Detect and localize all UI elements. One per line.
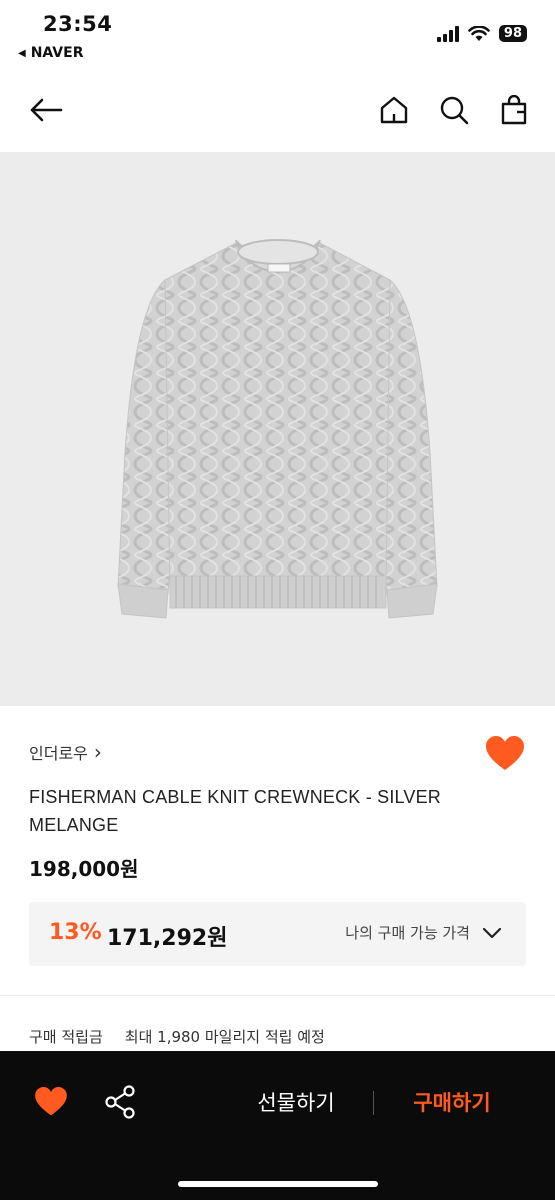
wifi-icon <box>468 25 490 41</box>
cart-button[interactable] <box>494 90 534 130</box>
home-button[interactable] <box>374 90 414 130</box>
shopping-bag-icon <box>501 95 527 125</box>
product-image[interactable] <box>0 152 555 706</box>
search-icon <box>440 96 469 125</box>
back-triangle-icon: ◀ <box>18 47 26 59</box>
back-arrow-icon <box>30 98 63 122</box>
cellular-signal-icon <box>436 25 459 42</box>
brand-link[interactable]: 인더로우 › <box>29 740 102 764</box>
status-time: 23:54 <box>43 12 113 36</box>
back-to-app-link[interactable]: ◀ NAVER <box>18 45 83 61</box>
buy-button[interactable]: 구매하기 <box>396 1087 508 1117</box>
bottom-like-button[interactable] <box>34 1087 70 1119</box>
chevron-down-icon <box>482 927 502 938</box>
like-button[interactable] <box>485 736 525 772</box>
points-info: 구매 적립금 최대 1,980 마일리지 적립 예정 <box>29 1026 325 1047</box>
gift-button[interactable]: 선물하기 <box>240 1087 352 1117</box>
sweater-image <box>117 239 438 619</box>
share-button[interactable] <box>104 1084 136 1120</box>
chevron-right-icon: › <box>93 740 102 764</box>
my-price-box[interactable]: 13% 171,292원 나의 구매 가능 가격 <box>29 902 526 966</box>
battery-indicator: 98 <box>498 25 527 42</box>
search-button[interactable] <box>434 90 474 130</box>
brand-name: 인더로우 <box>29 744 88 763</box>
home-indicator <box>178 1181 378 1187</box>
status-bar: 23:54 ◀ NAVER 98 <box>0 0 555 70</box>
my-price-toggle[interactable]: 나의 구매 가능 가격 <box>345 922 502 943</box>
top-navigation <box>0 80 555 140</box>
heart-icon <box>35 1087 67 1116</box>
share-icon <box>105 1085 135 1119</box>
section-divider <box>0 995 555 996</box>
button-separator <box>373 1091 374 1115</box>
status-indicators: 98 <box>436 25 527 42</box>
bottom-action-bar: 선물하기 구매하기 <box>0 1051 555 1200</box>
back-app-label: NAVER <box>30 45 84 61</box>
points-label: 구매 적립금 <box>29 1028 103 1046</box>
home-icon <box>380 96 408 124</box>
points-text: 최대 1,980 마일리지 적립 예정 <box>124 1028 325 1046</box>
heart-icon <box>486 736 524 770</box>
back-button[interactable] <box>26 90 66 130</box>
sale-price: 171,292원 <box>107 926 228 951</box>
product-name: FISHERMAN CABLE KNIT CREWNECK - SILVER M… <box>29 787 442 835</box>
my-price-label: 나의 구매 가능 가격 <box>345 924 470 942</box>
original-price: 198,000원 <box>29 857 139 881</box>
discount-rate: 13% <box>49 920 102 945</box>
